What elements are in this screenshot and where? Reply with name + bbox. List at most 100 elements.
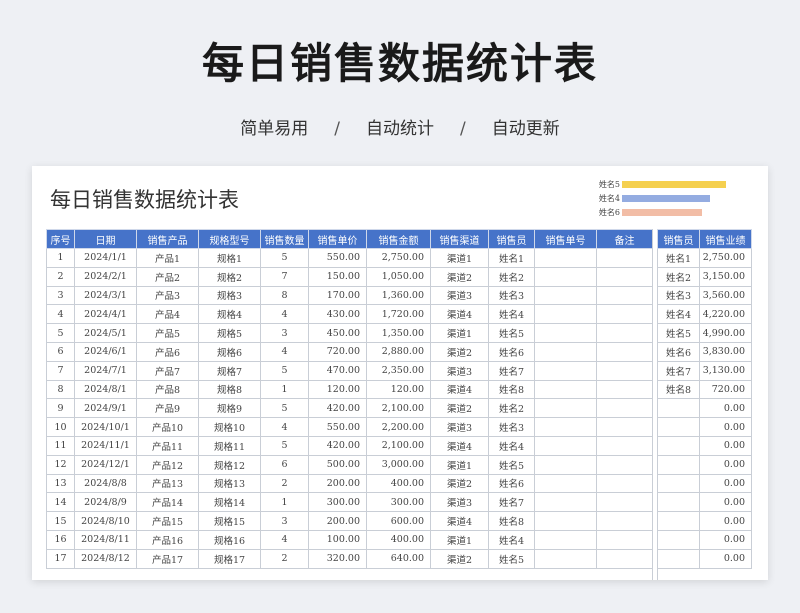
table-cell[interactable]: 产品6 <box>136 341 199 362</box>
table-cell[interactable]: 2,100.00 <box>366 398 431 419</box>
table-cell[interactable] <box>596 417 653 437</box>
table-cell[interactable]: 规格15 <box>198 511 261 531</box>
table-cell[interactable] <box>596 435 653 456</box>
table-cell[interactable]: 2024/11/1 <box>74 435 137 456</box>
table-cell[interactable]: 2 <box>260 473 309 494</box>
table-cell[interactable]: 120.00 <box>308 379 367 400</box>
table-cell[interactable]: 2024/8/1 <box>74 379 137 400</box>
table-cell[interactable]: 渠道1 <box>430 323 489 343</box>
table-cell[interactable]: 6 <box>260 454 309 475</box>
table-cell[interactable]: 渠道3 <box>430 417 489 437</box>
table-cell[interactable]: 规格12 <box>198 454 261 475</box>
table-cell[interactable]: 规格11 <box>198 435 261 456</box>
table-cell[interactable]: 7 <box>260 266 309 287</box>
table-cell[interactable]: 400.00 <box>366 473 431 494</box>
table-cell[interactable]: 100.00 <box>308 529 367 550</box>
summary-cell[interactable] <box>657 417 700 437</box>
table-cell[interactable]: 2024/8/8 <box>74 473 137 494</box>
table-cell[interactable] <box>534 398 597 419</box>
summary-cell[interactable]: 4,220.00 <box>699 304 752 325</box>
table-cell[interactable]: 姓名5 <box>488 454 535 475</box>
table-cell[interactable]: 渠道4 <box>430 435 489 456</box>
table-cell[interactable] <box>596 511 653 531</box>
table-cell[interactable] <box>534 492 597 513</box>
table-cell[interactable]: 渠道1 <box>430 248 489 268</box>
table-cell[interactable]: 4 <box>260 417 309 437</box>
table-cell[interactable]: 渠道2 <box>430 548 489 569</box>
table-cell[interactable]: 12 <box>46 454 75 475</box>
column-header[interactable]: 序号 <box>46 229 75 249</box>
table-cell[interactable]: 渠道1 <box>430 529 489 550</box>
table-cell[interactable]: 产品2 <box>136 266 199 287</box>
table-cell[interactable]: 姓名2 <box>488 266 535 287</box>
table-cell[interactable]: 2024/8/11 <box>74 529 137 550</box>
table-cell[interactable]: 产品10 <box>136 417 199 437</box>
table-cell[interactable] <box>534 529 597 550</box>
table-cell[interactable]: 产品16 <box>136 529 199 550</box>
table-cell[interactable]: 姓名3 <box>488 417 535 437</box>
table-cell[interactable]: 550.00 <box>308 417 367 437</box>
table-cell[interactable]: 3 <box>260 323 309 343</box>
table-cell[interactable]: 渠道2 <box>430 398 489 419</box>
table-cell[interactable]: 600.00 <box>366 511 431 531</box>
table-cell[interactable] <box>534 435 597 456</box>
column-header[interactable]: 销售单价 <box>308 229 367 249</box>
table-cell[interactable] <box>534 341 597 362</box>
table-cell[interactable]: 姓名5 <box>488 323 535 343</box>
table-cell[interactable]: 400.00 <box>366 529 431 550</box>
table-cell[interactable]: 产品4 <box>136 304 199 325</box>
table-cell[interactable] <box>596 548 653 569</box>
table-cell[interactable]: 姓名8 <box>488 511 535 531</box>
table-cell[interactable]: 200.00 <box>308 473 367 494</box>
summary-cell[interactable]: 3,560.00 <box>699 285 752 306</box>
table-cell[interactable]: 8 <box>46 379 75 400</box>
table-cell[interactable]: 姓名3 <box>488 285 535 306</box>
column-header[interactable]: 销售数量 <box>260 229 309 249</box>
summary-cell[interactable]: 姓名3 <box>657 285 700 306</box>
table-cell[interactable]: 规格13 <box>198 473 261 494</box>
table-cell[interactable] <box>596 248 653 268</box>
summary-cell[interactable] <box>657 548 700 569</box>
summary-cell[interactable]: 姓名8 <box>657 379 700 400</box>
table-cell[interactable]: 渠道3 <box>430 492 489 513</box>
table-cell[interactable]: 2,100.00 <box>366 435 431 456</box>
table-cell[interactable] <box>534 511 597 531</box>
table-cell[interactable] <box>534 266 597 287</box>
summary-cell[interactable]: 720.00 <box>699 379 752 400</box>
table-cell[interactable] <box>534 323 597 343</box>
table-cell[interactable]: 产品12 <box>136 454 199 475</box>
table-cell[interactable]: 2,750.00 <box>366 248 431 268</box>
table-cell[interactable] <box>596 360 653 381</box>
summary-cell[interactable]: 姓名1 <box>657 248 700 268</box>
summary-cell[interactable]: 2,750.00 <box>699 248 752 268</box>
table-cell[interactable]: 规格3 <box>198 285 261 306</box>
table-cell[interactable] <box>534 285 597 306</box>
table-cell[interactable]: 720.00 <box>308 341 367 362</box>
table-cell[interactable]: 产品17 <box>136 548 199 569</box>
summary-cell[interactable]: 姓名7 <box>657 360 700 381</box>
table-cell[interactable]: 4 <box>260 341 309 362</box>
table-cell[interactable]: 渠道2 <box>430 473 489 494</box>
table-cell[interactable]: 8 <box>260 285 309 306</box>
table-cell[interactable]: 渠道2 <box>430 266 489 287</box>
table-cell[interactable]: 规格17 <box>198 548 261 569</box>
summary-column-header[interactable]: 销售员 <box>657 229 700 249</box>
table-cell[interactable] <box>596 454 653 475</box>
table-cell[interactable]: 17 <box>46 548 75 569</box>
table-cell[interactable]: 渠道4 <box>430 304 489 325</box>
table-cell[interactable] <box>596 529 653 550</box>
summary-cell[interactable] <box>657 511 700 531</box>
table-cell[interactable]: 2 <box>46 266 75 287</box>
table-cell[interactable]: 姓名4 <box>488 304 535 325</box>
table-cell[interactable]: 渠道2 <box>430 341 489 362</box>
table-cell[interactable]: 2024/5/1 <box>74 323 137 343</box>
table-cell[interactable]: 姓名5 <box>488 548 535 569</box>
column-header[interactable]: 销售渠道 <box>430 229 489 249</box>
table-cell[interactable]: 4 <box>260 304 309 325</box>
table-cell[interactable]: 产品13 <box>136 473 199 494</box>
table-cell[interactable]: 2024/2/1 <box>74 266 137 287</box>
summary-cell[interactable]: 0.00 <box>699 492 752 513</box>
table-cell[interactable]: 姓名4 <box>488 529 535 550</box>
column-header[interactable]: 日期 <box>74 229 137 249</box>
table-cell[interactable]: 3 <box>260 511 309 531</box>
